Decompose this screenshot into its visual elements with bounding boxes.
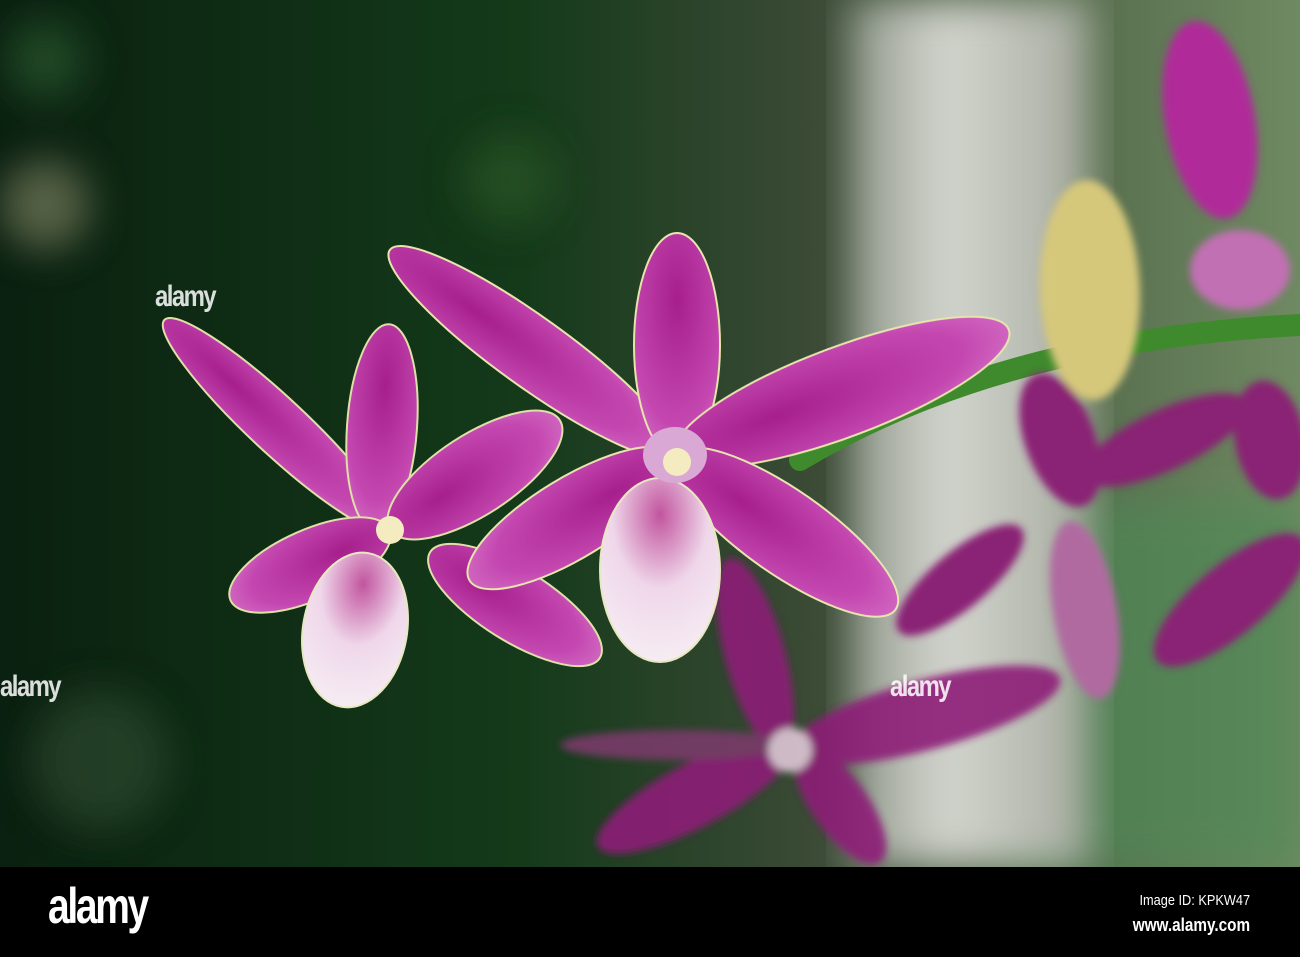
watermark: alamy <box>890 670 952 703</box>
alamy-logo[interactable]: alamy <box>48 877 149 935</box>
website-link[interactable]: www.alamy.com <box>1133 915 1250 936</box>
footer-bar: alamy Image ID: KPKW47 www.alamy.com <box>0 867 1300 957</box>
watermark: alamy <box>155 280 217 313</box>
orchid-photo <box>0 0 1300 867</box>
watermark: alamy <box>0 670 62 703</box>
stock-photo-page: alamy alamy alamy alamy Image ID: KPKW47… <box>0 0 1300 957</box>
image-id: Image ID: KPKW47 <box>1139 892 1250 909</box>
